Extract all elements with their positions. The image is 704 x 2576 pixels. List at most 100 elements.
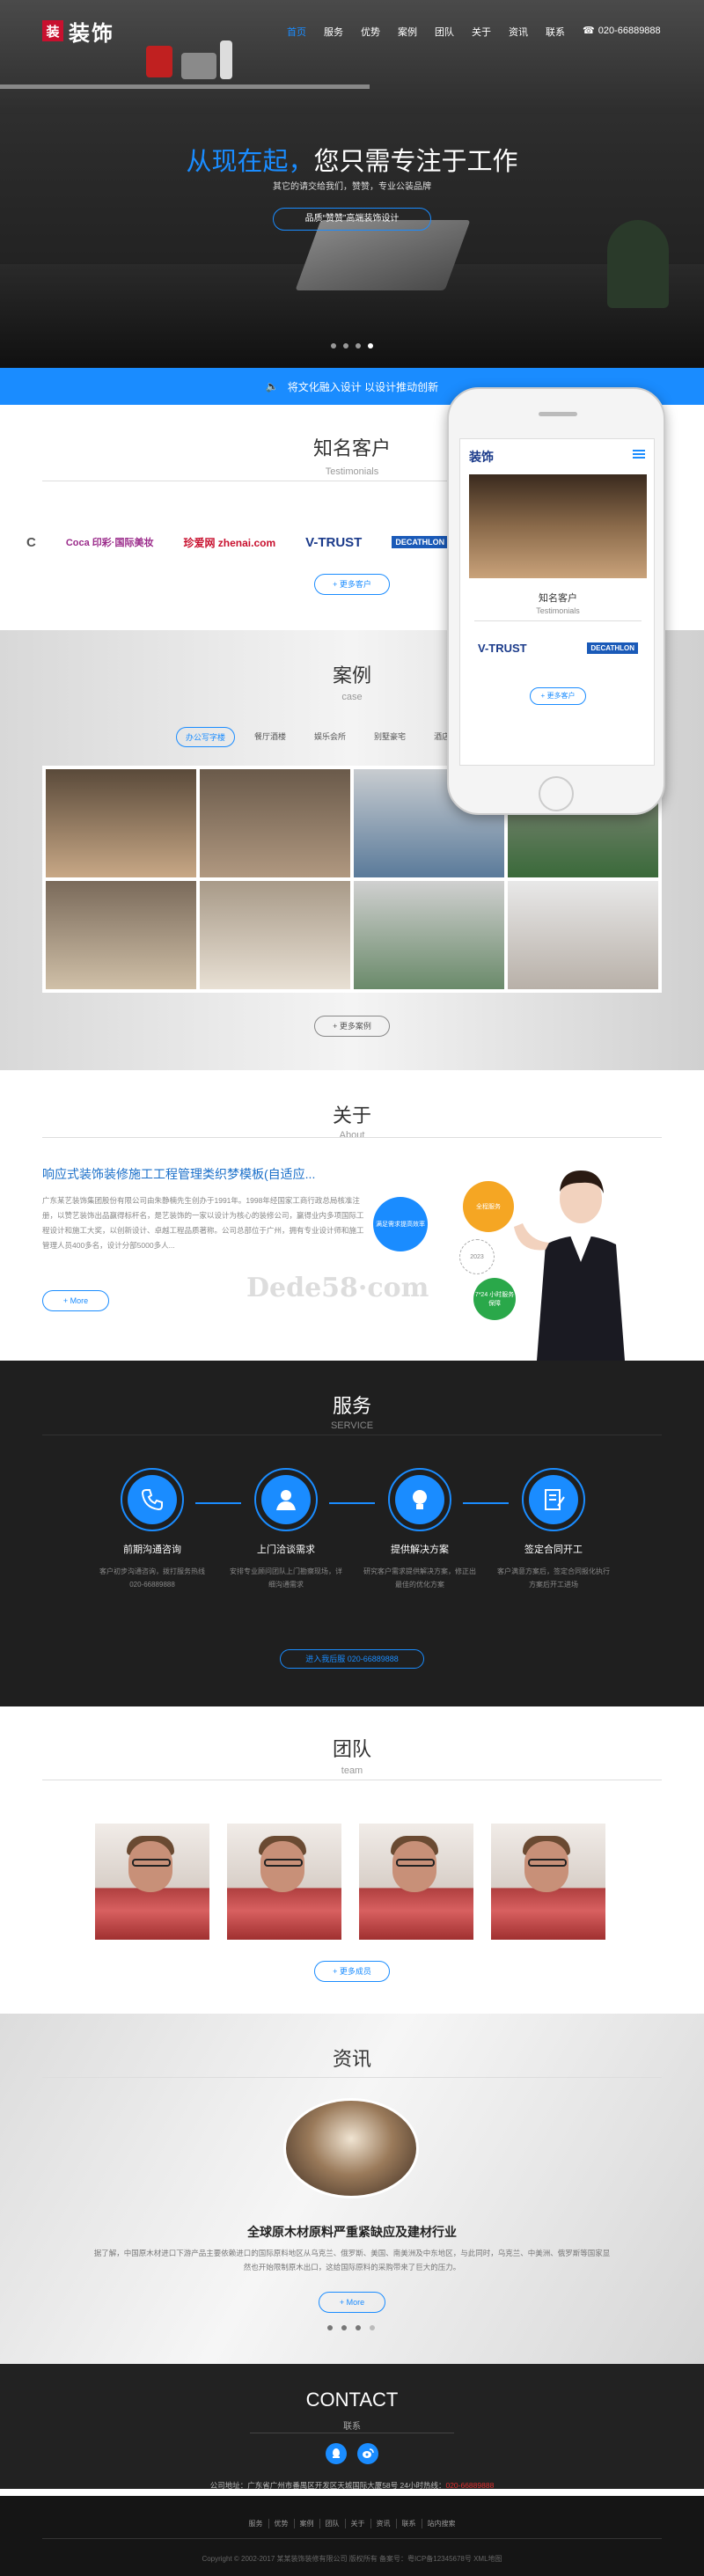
- nav-home[interactable]: 首页: [278, 23, 315, 40]
- service-subtitle: SERVICE: [330, 1420, 374, 1431]
- hero-decor-red: [146, 46, 172, 77]
- phone-divider: [474, 620, 642, 621]
- phone-home-button: [539, 776, 574, 811]
- case-image[interactable]: [200, 769, 350, 877]
- logo-mark: 装: [42, 20, 63, 41]
- nav-cases[interactable]: 案例: [389, 23, 426, 40]
- team-member-photo[interactable]: [359, 1824, 473, 1940]
- team-title: 团队: [332, 1738, 371, 1760]
- team-member-photo[interactable]: [227, 1824, 341, 1940]
- service-item[interactable]: 签定合同开工 客户满意方案后，签定合同报化执行方案后开工进场: [488, 1468, 620, 1591]
- client-logo: C: [26, 534, 36, 550]
- more-cases-button[interactable]: + 更多案例: [314, 1016, 390, 1037]
- header-phone-number: 020-66889888: [598, 25, 661, 36]
- about-bubble: 7*24 小时服务保障: [473, 1278, 516, 1320]
- phone-section-title: 知名客户: [539, 593, 577, 604]
- tab-club[interactable]: 娱乐会所: [305, 727, 355, 747]
- nav-advantage[interactable]: 优势: [352, 23, 389, 40]
- slider-dot[interactable]: [331, 343, 336, 349]
- more-team-button[interactable]: + 更多成员: [314, 1961, 390, 1982]
- footer-link[interactable]: 关于: [344, 2519, 370, 2528]
- client-logo: 珍爱网 zhenai.com: [183, 536, 276, 549]
- about-subtitle: About: [339, 1130, 365, 1141]
- slider-dot[interactable]: [341, 2325, 347, 2330]
- phone-client-logos: V-TRUST DECATHLON: [478, 642, 638, 655]
- lightbulb-icon: [388, 1468, 451, 1531]
- news-slider-dots: [327, 2325, 375, 2330]
- hero-title-rest: 您只需专注于工作: [313, 146, 518, 176]
- tab-restaurant[interactable]: 餐厅酒楼: [246, 727, 295, 747]
- footer-link[interactable]: 优势: [268, 2519, 294, 2528]
- case-image[interactable]: [200, 881, 350, 989]
- hero-subtitle: 其它的请交给我们，赞赞，专业公装品牌: [273, 182, 431, 192]
- news-headline[interactable]: 全球原木材原料严重紧缺应及建材行业: [0, 2223, 704, 2241]
- nav-team[interactable]: 团队: [426, 23, 463, 40]
- slider-dot[interactable]: [343, 343, 348, 349]
- nav-news[interactable]: 资讯: [500, 23, 537, 40]
- phone-speaker: [539, 412, 577, 416]
- nav-about[interactable]: 关于: [463, 23, 500, 40]
- slider-dot-active[interactable]: [368, 343, 373, 349]
- slider-dot[interactable]: [356, 343, 361, 349]
- phone-logo: 装饰: [469, 451, 494, 465]
- case-image[interactable]: [46, 769, 196, 877]
- news-image[interactable]: [283, 2098, 419, 2198]
- hero-title-highlight: 从现在起，: [186, 146, 314, 176]
- about-text: 广东某艺装饰集团股份有限公司由朱静楠先生创办于1991年。1998年经国家工商行…: [42, 1196, 364, 1250]
- footer-link[interactable]: 资讯: [370, 2519, 396, 2528]
- footer-link[interactable]: 案例: [293, 2519, 319, 2528]
- about-more-button[interactable]: + More: [42, 1290, 109, 1311]
- news-divider: [42, 2077, 662, 2078]
- about-bubble: 全程服务: [463, 1181, 514, 1232]
- slider-dot[interactable]: [327, 2325, 333, 2330]
- menu-icon[interactable]: [633, 450, 645, 459]
- site-logo[interactable]: 装 装饰: [42, 18, 114, 46]
- about-title: 关于: [332, 1105, 371, 1127]
- service-title: 服务: [332, 1395, 371, 1417]
- about-heading[interactable]: 响应式装饰装修施工工程管理类织梦模板(自适应...: [42, 1165, 315, 1183]
- header-phone[interactable]: ☎ 020-66889888: [583, 25, 661, 37]
- copyright: Copyright © 2002-2017 某某装饰装修有限公司 版权所有 备案…: [202, 2555, 502, 2563]
- service-item[interactable]: 提供解决方案 研究客户需求提供解决方案，修正出最佳的优化方案: [354, 1468, 486, 1591]
- slider-dot[interactable]: [370, 2325, 375, 2330]
- tab-villa[interactable]: 别墅豪宅: [365, 727, 414, 747]
- footer-link[interactable]: 服务: [244, 2519, 268, 2528]
- cases-tabs: 办公写字楼 餐厅酒楼 娱乐会所 别墅豪宅 酒店: [176, 727, 458, 747]
- user-icon: [254, 1468, 318, 1531]
- news-excerpt: 据了解，中国原木材进口下游产品主要依赖进口的国际原料地区从乌克兰、俄罗斯、美国、…: [93, 2249, 611, 2271]
- hero-button[interactable]: 品质“赞赞”高端装饰设计: [273, 208, 431, 231]
- phone-screen: 装饰 知名客户 Testimonials V-TRUST DECATHLON +…: [459, 438, 655, 766]
- qq-icon[interactable]: [326, 2443, 347, 2464]
- service-item-title: 提供解决方案: [391, 1545, 449, 1555]
- hero-decor-vase: [220, 40, 232, 79]
- client-logo: V-TRUST: [305, 534, 363, 550]
- service-item-desc: 研究客户需求提供解决方案，修正出最佳的优化方案: [363, 1567, 476, 1589]
- nav-service[interactable]: 服务: [315, 23, 352, 40]
- about-divider: [42, 1137, 662, 1138]
- news-title: 资讯: [332, 2048, 371, 2070]
- woman-illustration: [514, 1171, 625, 1361]
- weibo-icon[interactable]: [357, 2443, 378, 2464]
- service-item[interactable]: 前期沟通咨询 客户初步沟通咨询，拨打服务热线 020-66889888: [86, 1468, 218, 1591]
- footer-link[interactable]: 团队: [319, 2519, 345, 2528]
- case-image[interactable]: [354, 881, 504, 989]
- nav-contact[interactable]: 联系: [537, 23, 574, 40]
- case-image[interactable]: [508, 881, 658, 989]
- phone-more-button[interactable]: + 更多客户: [530, 687, 586, 705]
- news-more-button[interactable]: + More: [319, 2292, 385, 2313]
- footer-link[interactable]: 站内搜索: [421, 2519, 461, 2528]
- service-item[interactable]: 上门洽谈需求 安排专业顾问团队上门勘察现场，详细沟通需求: [220, 1468, 352, 1591]
- client-logo: DECATHLON: [587, 642, 638, 654]
- service-item-title: 上门洽谈需求: [257, 1545, 315, 1555]
- contract-icon: [522, 1468, 585, 1531]
- team-member-photo[interactable]: [95, 1824, 209, 1940]
- tab-office[interactable]: 办公写字楼: [176, 727, 236, 747]
- service-hotline-button[interactable]: 进入我后服 020-66889888: [280, 1649, 424, 1669]
- slider-dot[interactable]: [356, 2325, 361, 2330]
- team-member-photo[interactable]: [491, 1824, 605, 1940]
- case-image[interactable]: [46, 881, 196, 989]
- footer-divider: [42, 2538, 662, 2539]
- footer-link[interactable]: 联系: [395, 2519, 422, 2528]
- more-clients-button[interactable]: + 更多客户: [314, 574, 390, 595]
- client-logo: Coca 印彩·国际美妆: [65, 538, 154, 548]
